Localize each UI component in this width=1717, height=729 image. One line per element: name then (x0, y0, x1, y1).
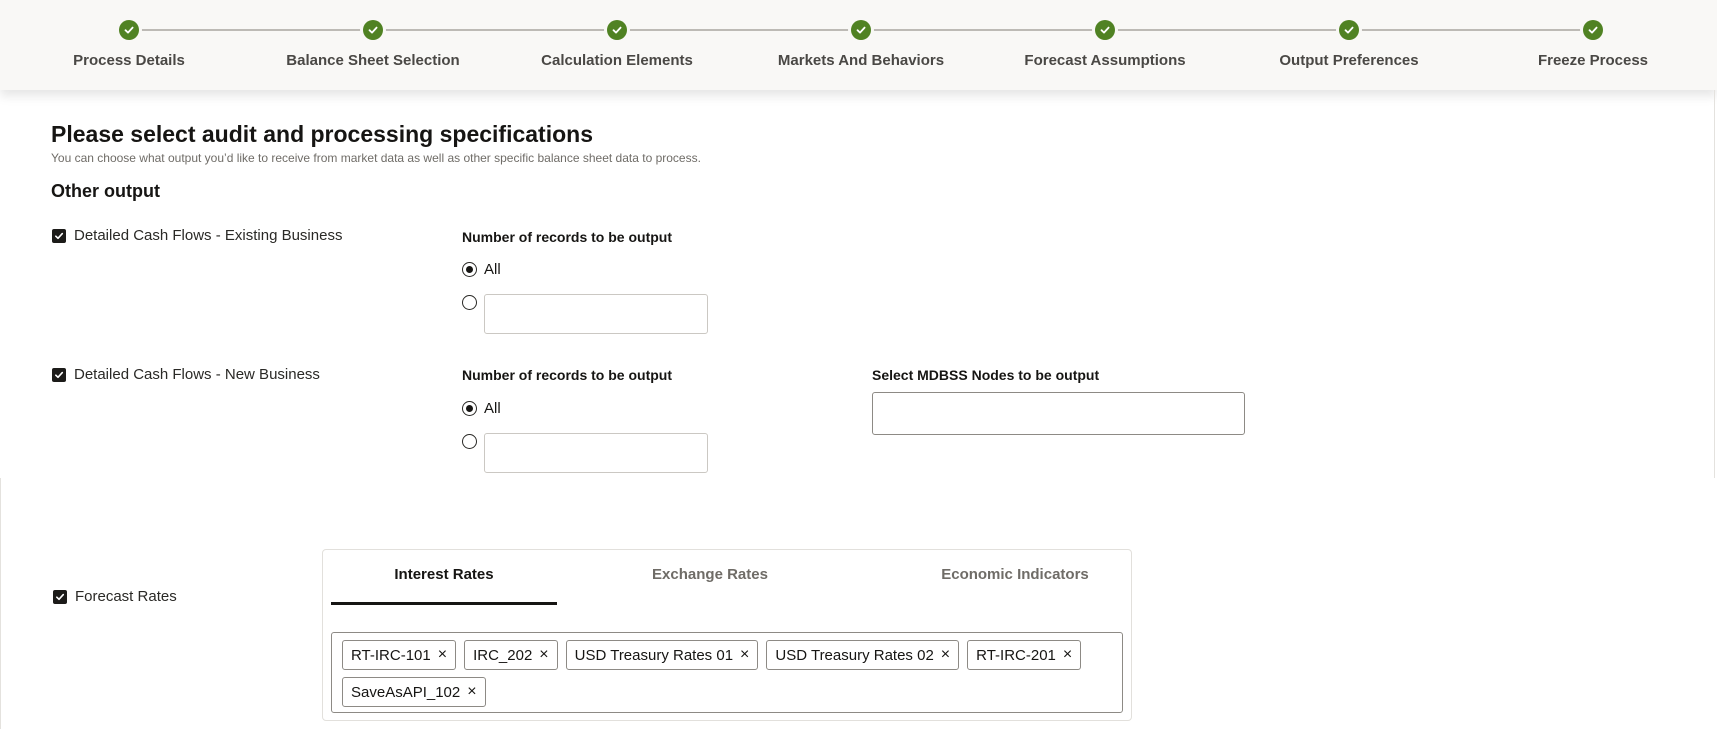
chip-label: USD Treasury Rates 02 (775, 646, 934, 664)
forecast-rates-checkbox[interactable]: Forecast Rates (53, 588, 177, 605)
interest-rates-selector[interactable]: RT-IRC-101 × IRC_202 × USD Treasury Rate… (331, 632, 1123, 713)
radio-label: All (484, 261, 501, 278)
existing-business-checkbox[interactable]: Detailed Cash Flows - Existing Business (52, 227, 342, 244)
check-circle-icon (119, 20, 139, 40)
check-circle-icon (1583, 20, 1603, 40)
checkmark-icon (53, 589, 67, 604)
tab-exchange-rates[interactable]: Exchange Rates (597, 566, 823, 602)
step-label: Freeze Process (1537, 52, 1649, 69)
checkmark-icon (52, 228, 66, 243)
close-icon[interactable]: × (467, 684, 476, 700)
chip-label: IRC_202 (473, 646, 533, 664)
step-balance-sheet-selection[interactable]: Balance Sheet Selection (253, 20, 493, 69)
step-label: Output Preferences (1279, 52, 1419, 69)
radio-selected-icon (462, 262, 477, 277)
selected-chip: SaveAsAPI_102 × (342, 677, 486, 707)
radio-unselected-icon (462, 434, 477, 449)
close-icon[interactable]: × (1063, 647, 1072, 663)
mdbss-nodes-label: Select MDBSS Nodes to be output (872, 367, 1100, 383)
chip-label: USD Treasury Rates 01 (574, 646, 734, 664)
selected-chip: USD Treasury Rates 01 × (565, 640, 759, 670)
check-circle-icon (607, 20, 627, 40)
section-title-other-output: Other output (51, 181, 160, 201)
checkbox-label: Detailed Cash Flows - Existing Business (74, 227, 343, 244)
radio-custom-new[interactable] (462, 434, 477, 449)
step-label: Calculation Elements (541, 52, 693, 69)
step-label: Balance Sheet Selection (286, 52, 460, 69)
divider (0, 478, 1, 729)
check-circle-icon (363, 20, 383, 40)
records-count-input-existing[interactable] (484, 294, 708, 334)
mdbss-nodes-input[interactable] (872, 392, 1245, 435)
step-freeze-process[interactable]: Freeze Process (1473, 20, 1713, 69)
page-subtitle: You can choose what output you’d like to… (51, 151, 701, 165)
checkmark-icon (52, 367, 66, 382)
radio-unselected-icon (462, 295, 477, 310)
close-icon[interactable]: × (539, 647, 548, 663)
step-markets-and-behaviors[interactable]: Markets And Behaviors (741, 20, 981, 69)
step-label: Process Details (73, 52, 185, 69)
records-count-input-new[interactable] (484, 433, 708, 473)
check-circle-icon (1339, 20, 1359, 40)
check-circle-icon (1095, 20, 1115, 40)
selected-chip: USD Treasury Rates 02 × (766, 640, 960, 670)
tab-interest-rates[interactable]: Interest Rates (331, 566, 557, 605)
step-label: Forecast Assumptions (1024, 52, 1186, 69)
check-circle-icon (851, 20, 871, 40)
radio-all-existing[interactable]: All (462, 261, 501, 278)
selected-chip: IRC_202 × (464, 640, 558, 670)
close-icon[interactable]: × (438, 647, 447, 663)
step-forecast-assumptions[interactable]: Forecast Assumptions (985, 20, 1225, 69)
chip-label: SaveAsAPI_102 (351, 683, 461, 701)
page-title: Please select audit and processing speci… (51, 121, 593, 147)
chip-label: RT-IRC-201 (976, 646, 1056, 664)
radio-label: All (484, 400, 501, 417)
step-output-preferences[interactable]: Output Preferences (1229, 20, 1469, 69)
divider (1714, 90, 1715, 478)
tab-economic-indicators[interactable]: Economic Indicators (875, 566, 1155, 602)
records-label: Number of records to be output (462, 367, 672, 383)
close-icon[interactable]: × (941, 647, 950, 663)
process-stepper: Process Details Balance Sheet Selection … (0, 0, 1717, 90)
forecast-rates-panel: Interest Rates Exchange Rates Economic I… (322, 549, 1132, 721)
step-process-details[interactable]: Process Details (9, 20, 249, 69)
radio-custom-existing[interactable] (462, 295, 477, 310)
records-label: Number of records to be output (462, 229, 672, 245)
close-icon[interactable]: × (740, 647, 749, 663)
radio-selected-icon (462, 401, 477, 416)
checkbox-label: Forecast Rates (75, 588, 177, 605)
chip-label: RT-IRC-101 (351, 646, 431, 664)
checkbox-label: Detailed Cash Flows - New Business (74, 366, 320, 383)
radio-all-new[interactable]: All (462, 400, 501, 417)
step-label: Markets And Behaviors (777, 52, 945, 69)
new-business-checkbox[interactable]: Detailed Cash Flows - New Business (52, 366, 320, 383)
selected-chip: RT-IRC-201 × (967, 640, 1082, 670)
selected-chip: RT-IRC-101 × (342, 640, 457, 670)
step-calculation-elements[interactable]: Calculation Elements (497, 20, 737, 69)
